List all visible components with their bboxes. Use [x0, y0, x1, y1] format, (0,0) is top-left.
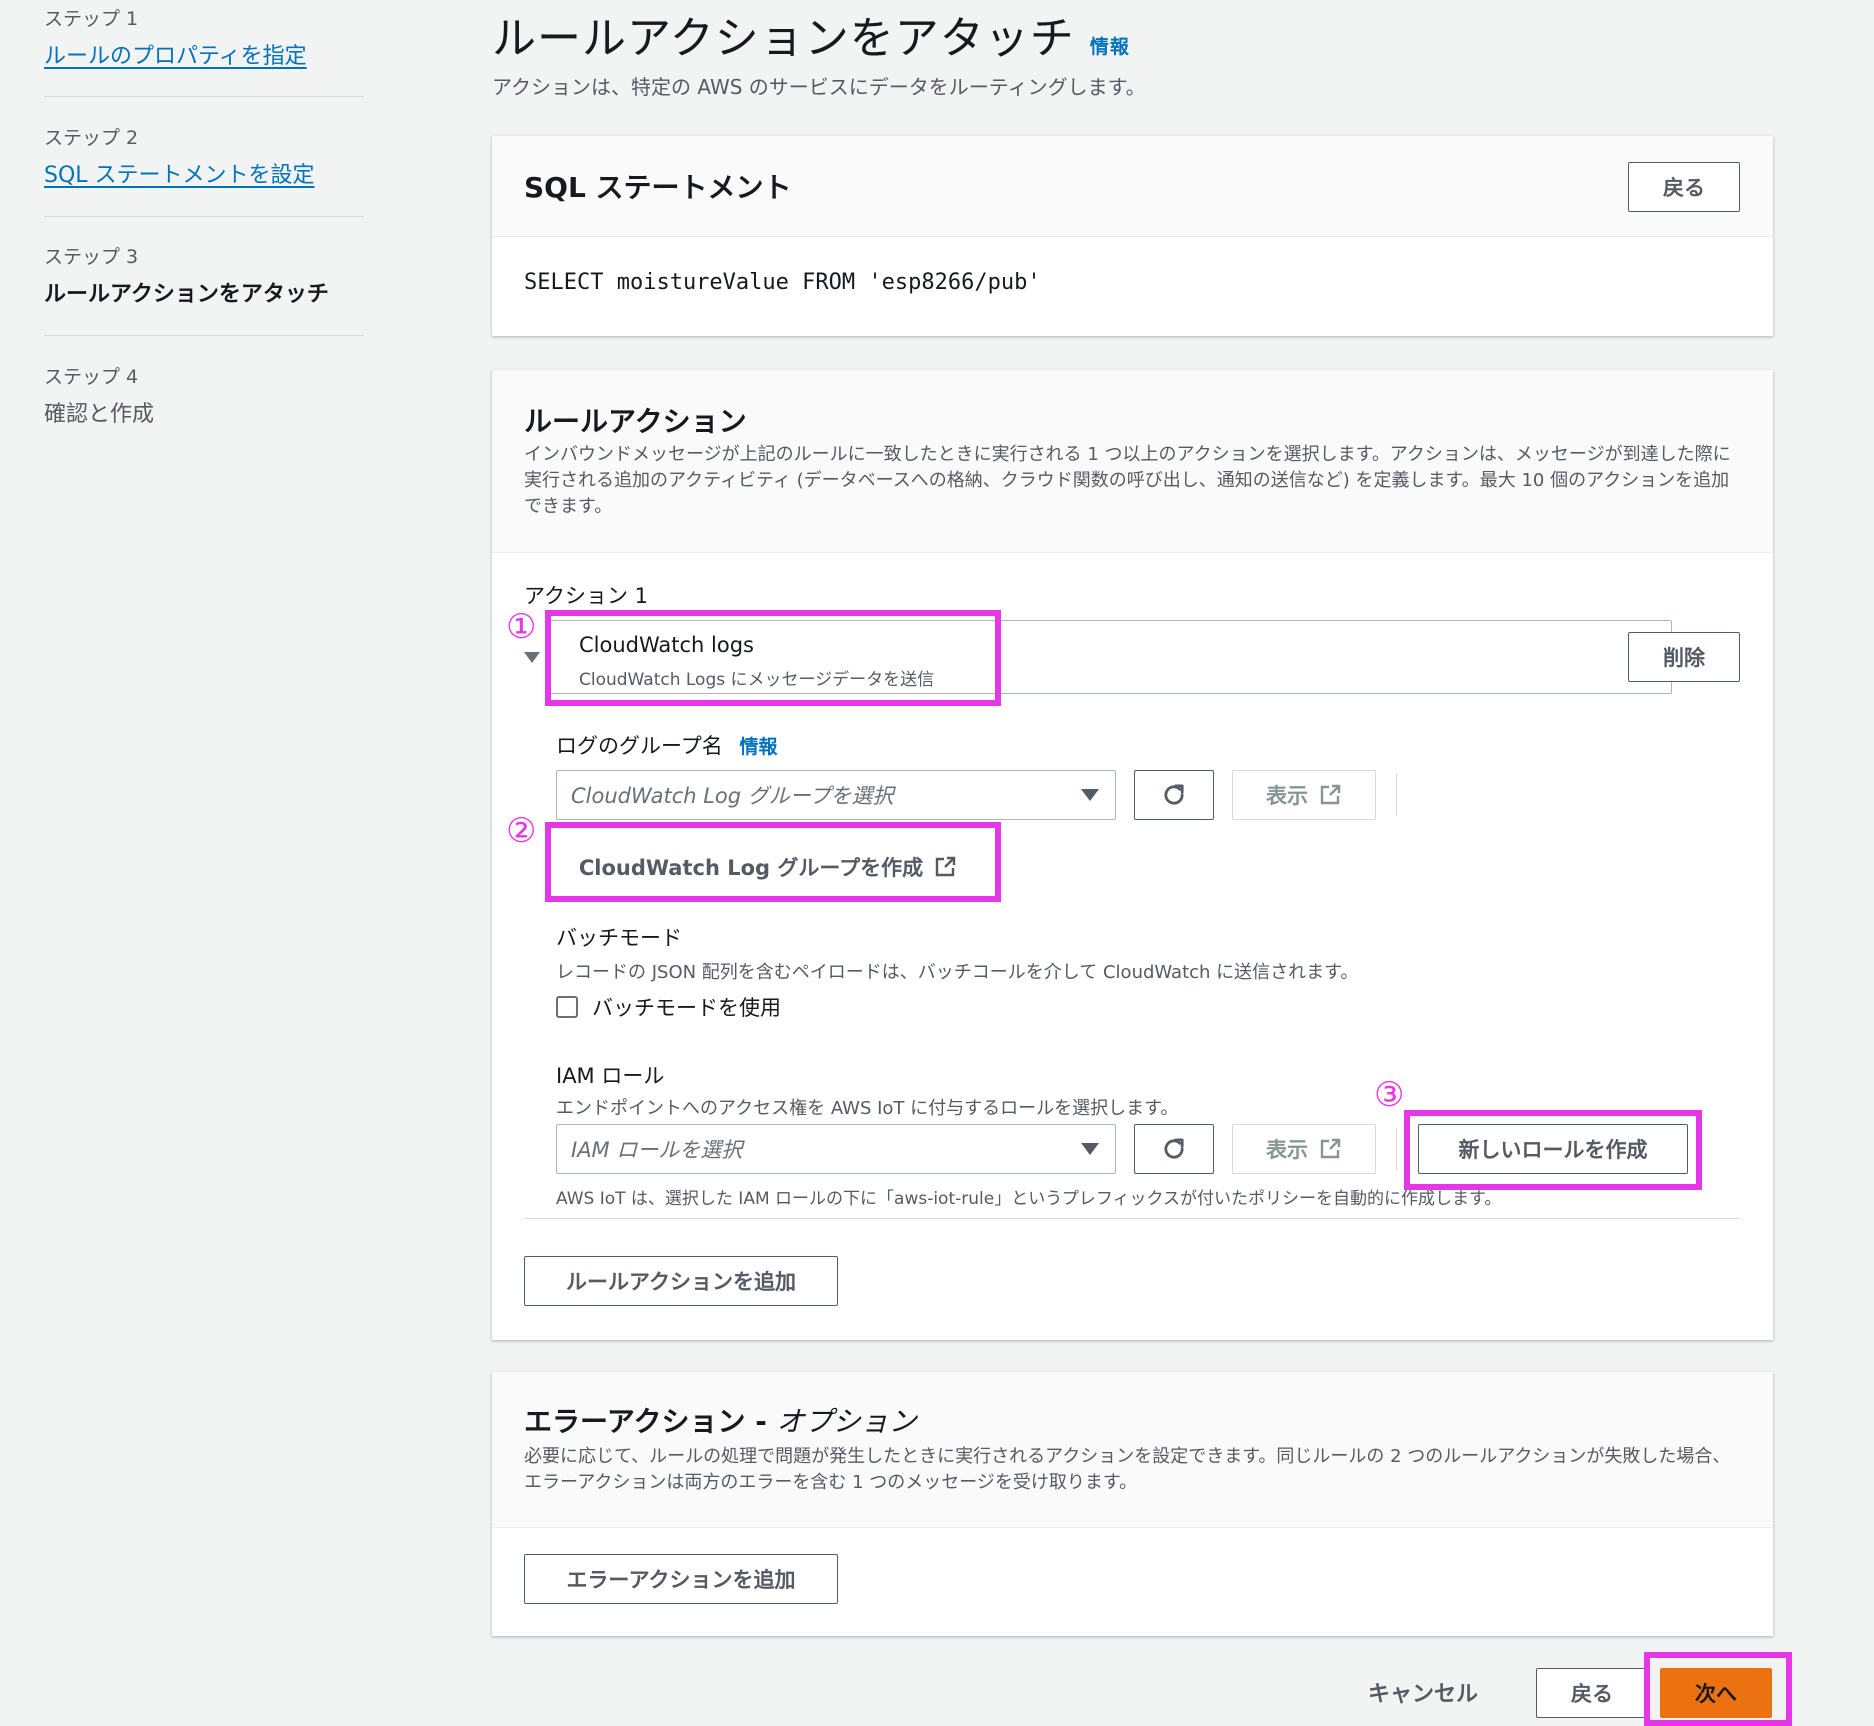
external-link-icon: [1320, 784, 1341, 805]
marker-2: ②: [506, 811, 537, 851]
view-log-group-button[interactable]: 表示: [1232, 770, 1376, 820]
log-group-info-link[interactable]: 情報: [739, 736, 777, 758]
refresh-log-groups-button[interactable]: [1134, 770, 1214, 820]
step-3-current: ルールアクションをアタッチ: [44, 282, 329, 307]
error-actions-panel: エラーアクション - オプション 必要に応じて、ルールの処理で問題が発生したとき…: [492, 1372, 1773, 1636]
collapse-caret-icon[interactable]: [524, 652, 540, 663]
sql-back-button[interactable]: 戻る: [1628, 162, 1740, 212]
marker-3: ③: [1374, 1075, 1405, 1115]
section-divider: [524, 1218, 1740, 1219]
step-2-link[interactable]: SQL ステートメントを設定: [44, 157, 315, 189]
iam-role-note: AWS IoT は、選択した IAM ロールの下に「aws-iot-rule」と…: [556, 1189, 1502, 1209]
footer-back-button[interactable]: 戻る: [1536, 1668, 1648, 1718]
error-actions-title: エラーアクション - オプション: [524, 1400, 917, 1440]
chevron-down-icon: [1081, 1143, 1099, 1155]
batch-mode-label: バッチモード: [556, 926, 682, 950]
info-link[interactable]: 情報: [1090, 36, 1130, 58]
rule-actions-description: インバウンドメッセージが上記のルールに一致したときに実行される 1 つ以上のアク…: [524, 444, 1731, 517]
page-description: アクションは、特定の AWS のサービスにデータをルーティングします。: [492, 75, 1146, 99]
log-group-label-text: ログのグループ名: [556, 734, 723, 758]
batch-mode-checkbox[interactable]: [556, 996, 578, 1018]
step-divider: [44, 335, 364, 336]
action-1-label: アクション 1: [524, 584, 648, 608]
iam-role-placeholder: IAM ロールを選択: [571, 1138, 743, 1162]
log-group-label: ログのグループ名 情報: [556, 730, 777, 760]
step-1-link[interactable]: ルールのプロパティを指定: [44, 38, 307, 70]
view-iam-role-button[interactable]: 表示: [1232, 1124, 1376, 1174]
refresh-icon: [1164, 1138, 1184, 1159]
toolbar-divider: [1396, 1128, 1397, 1170]
chevron-down-icon: [1081, 789, 1099, 801]
add-rule-action-button[interactable]: ルールアクションを追加: [524, 1256, 838, 1306]
view-log-group-label: 表示: [1266, 784, 1308, 808]
step-4-label: ステップ 4: [44, 366, 139, 388]
page-title-text: ルールアクションをアタッチ: [492, 13, 1075, 64]
sql-statement-text: SELECT moistureValue FROM 'esp8266/pub': [524, 270, 1041, 295]
batch-mode-checkbox-label[interactable]: バッチモードを使用: [592, 992, 781, 1022]
refresh-iam-roles-button[interactable]: [1134, 1124, 1214, 1174]
error-actions-optional: オプション: [776, 1405, 917, 1438]
cancel-link[interactable]: キャンセル: [1368, 1676, 1478, 1708]
view-iam-role-label: 表示: [1266, 1138, 1308, 1162]
refresh-icon: [1164, 784, 1184, 805]
highlight-box-next: [1644, 1652, 1792, 1726]
marker-1: ①: [506, 607, 537, 647]
step-3-label: ステップ 3: [44, 246, 139, 268]
highlight-box-2: [545, 822, 1001, 902]
iam-role-description: エンドポイントへのアクセス権を AWS IoT に付与するロールを選択します。: [556, 1098, 1179, 1119]
log-group-placeholder: CloudWatch Log グループを選択: [571, 784, 894, 808]
highlight-box-3: [1404, 1110, 1702, 1190]
step-1-label: ステップ 1: [44, 8, 139, 30]
iam-role-label: IAM ロール: [556, 1064, 665, 1088]
batch-mode-description: レコードの JSON 配列を含むペイロードは、バッチコールを介して CloudW…: [556, 962, 1359, 983]
add-error-action-button[interactable]: エラーアクションを追加: [524, 1554, 838, 1604]
step-2-label: ステップ 2: [44, 127, 139, 149]
sql-panel-title: SQL ステートメント: [524, 171, 792, 204]
external-link-icon: [1320, 1138, 1341, 1159]
step-divider: [44, 96, 364, 97]
iam-role-select[interactable]: IAM ロールを選択: [556, 1124, 1116, 1174]
toolbar-divider: [1396, 774, 1397, 816]
error-actions-title-text: エラーアクション -: [524, 1405, 777, 1438]
error-actions-description: 必要に応じて、ルールの処理で問題が発生したときに実行されるアクションを設定できま…: [524, 1446, 1731, 1493]
highlight-box-1: [545, 610, 1001, 706]
delete-action-button[interactable]: 削除: [1628, 632, 1740, 682]
step-divider: [44, 216, 364, 217]
step-4-title: 確認と作成: [44, 402, 155, 427]
sql-statement-panel: SQL ステートメント 戻る SELECT moistureValue FROM…: [492, 136, 1773, 336]
page-title: ルールアクションをアタッチ 情報: [492, 2, 1130, 66]
rule-actions-title: ルールアクション: [524, 405, 747, 438]
log-group-select[interactable]: CloudWatch Log グループを選択: [556, 770, 1116, 820]
